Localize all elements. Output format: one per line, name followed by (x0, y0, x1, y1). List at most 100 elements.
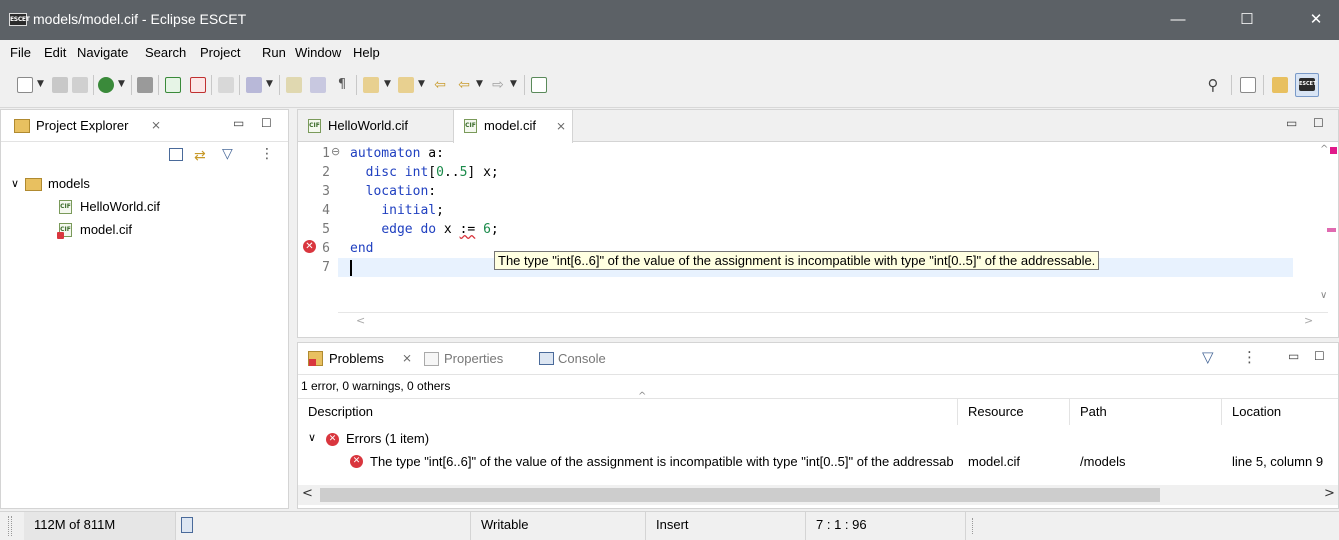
tree-item-helloworld[interactable]: CIF HelloWorld.cif (59, 197, 279, 217)
code-line-2: disc int[0..5] x; (365, 165, 499, 180)
chevron-down-icon[interactable]: ▼ (37, 79, 44, 89)
close-tab-icon[interactable]: ⨯ (402, 351, 412, 365)
code-editor[interactable]: ✕ 1 ⊖ automaton a: 2 disc int[0..5] x; 3… (298, 142, 1338, 320)
chevron-down-icon[interactable]: ▼ (510, 79, 517, 89)
run-icon[interactable] (98, 77, 114, 93)
fold-icon[interactable]: ⊖ (331, 145, 340, 158)
last-edit-icon[interactable]: ⇦ (432, 77, 448, 93)
link-icon[interactable] (218, 77, 234, 93)
close-tab-icon[interactable]: ⨯ (556, 110, 566, 142)
chevron-down-icon[interactable]: ▼ (266, 79, 273, 89)
insert-mode-status: Insert (646, 512, 806, 540)
editor-tab-helloworld[interactable]: CIF HelloWorld.cif (298, 110, 448, 142)
forward-icon[interactable]: ⇨ (490, 77, 506, 93)
link-with-editor-icon[interactable]: ⇄ (194, 148, 206, 164)
filter-icon[interactable]: ▽ (222, 146, 233, 162)
maximize-view-icon[interactable]: ☐ (1314, 349, 1325, 363)
menu-run[interactable]: Run (262, 45, 286, 60)
minimize-button[interactable]: — (1155, 0, 1201, 40)
properties-tab[interactable]: Properties (444, 351, 503, 366)
memory-indicator[interactable]: 112M of 811M (24, 512, 176, 540)
column-header-description[interactable]: Description (298, 399, 958, 425)
scroll-down-icon[interactable]: ∨ (1320, 290, 1327, 301)
save-icon[interactable] (52, 77, 68, 93)
error-marker-icon[interactable]: ✕ (303, 240, 316, 253)
editor-tab-label: HelloWorld.cif (328, 118, 408, 133)
view-menu-icon[interactable]: ⋮ (1242, 348, 1257, 366)
menu-edit[interactable]: Edit (44, 45, 66, 60)
remove-icon[interactable] (190, 77, 206, 93)
project-explorer-tab-header: Project Explorer ⨯ ▭ ☐ (1, 110, 288, 142)
scroll-left-icon[interactable]: < (302, 486, 313, 501)
tree-item-model[interactable]: CIF model.cif (57, 220, 279, 240)
pen-icon[interactable] (246, 77, 262, 93)
chevron-down-icon[interactable]: ▼ (476, 79, 483, 89)
menu-project[interactable]: Project (200, 45, 240, 60)
problem-path: /models (1080, 454, 1126, 469)
table-row[interactable]: ✕ The type "int[6..6]" of the value of t… (298, 451, 1338, 473)
chevron-down-icon[interactable]: ▼ (384, 79, 391, 89)
project-explorer-tab[interactable]: Project Explorer (36, 118, 128, 133)
open-type-icon[interactable] (286, 77, 302, 93)
escet-perspective-icon[interactable]: ESCET (1299, 78, 1317, 91)
error-overview-icon[interactable] (1330, 147, 1337, 154)
editor-tab-model[interactable]: CIF model.cif ⨯ (453, 110, 573, 143)
view-menu-icon[interactable]: ⋮ (260, 146, 274, 162)
close-tab-icon[interactable]: ⨯ (151, 118, 161, 132)
pilcrow-icon[interactable]: ¶ (334, 77, 350, 93)
error-group-label[interactable]: Errors (1 item) (346, 431, 429, 446)
collapse-all-icon[interactable] (169, 148, 183, 161)
problems-horizontal-scrollbar[interactable]: < > (298, 485, 1338, 505)
resource-perspective-icon[interactable] (1272, 77, 1288, 93)
editor-area: CIF HelloWorld.cif CIF model.cif ⨯ ▭ ☐ ✕… (297, 109, 1339, 338)
tree-item-models[interactable]: ∨ models (11, 174, 271, 194)
chevron-down-icon[interactable]: ▼ (418, 79, 425, 89)
menu-help[interactable]: Help (353, 45, 380, 60)
main-toolbar: ▼ ▼ ▼ ¶ ▼ ▼ ⇦ ⇦ ▼ ⇨ ▼ ⚲ ESCET (0, 64, 1339, 108)
maximize-editor-icon[interactable]: ☐ (1313, 116, 1324, 130)
cursor-position-status: 7 : 1 : 96 (806, 512, 966, 540)
close-button[interactable]: ✕ (1293, 0, 1339, 40)
open-perspective-icon[interactable] (1240, 77, 1256, 93)
back-icon[interactable]: ⇦ (456, 77, 472, 93)
scroll-left-icon[interactable]: < (356, 314, 365, 327)
project-explorer-icon (14, 119, 30, 133)
chevron-down-icon[interactable]: ∨ (308, 431, 316, 444)
menu-window[interactable]: Window (295, 45, 341, 60)
menu-navigate[interactable]: Navigate (77, 45, 128, 60)
menu-bar: File Edit Navigate Search Project Run Wi… (0, 40, 1339, 64)
chevron-down-icon[interactable]: ▼ (118, 79, 125, 89)
column-header-resource[interactable]: Resource (958, 399, 1070, 425)
minimize-view-icon[interactable]: ▭ (233, 116, 244, 130)
new-icon[interactable] (17, 77, 33, 93)
minimize-view-icon[interactable]: ▭ (1288, 349, 1299, 363)
debug-icon[interactable] (137, 77, 153, 93)
column-header-path[interactable]: Path (1070, 399, 1222, 425)
previous-annotation-icon[interactable] (398, 77, 414, 93)
scroll-right-icon[interactable]: > (1324, 486, 1335, 501)
maximize-button[interactable]: ☐ (1224, 0, 1270, 40)
minimize-editor-icon[interactable]: ▭ (1286, 116, 1297, 130)
error-annotation-marker[interactable] (1327, 228, 1336, 232)
add-icon[interactable] (165, 77, 181, 93)
scrollbar-thumb[interactable] (320, 488, 1160, 502)
next-annotation-icon[interactable] (363, 77, 379, 93)
drag-handle[interactable] (8, 516, 12, 536)
chevron-down-icon[interactable]: ∨ (11, 174, 19, 194)
menu-search[interactable]: Search (145, 45, 186, 60)
column-header-location[interactable]: Location (1222, 399, 1338, 425)
scroll-right-icon[interactable]: > (1304, 314, 1313, 327)
pin-editor-icon[interactable] (531, 77, 547, 93)
filter-icon[interactable]: ▽ (1202, 348, 1214, 366)
problems-tab[interactable]: Problems (329, 351, 384, 366)
trash-icon[interactable] (181, 517, 193, 533)
code-line-6: end (350, 241, 374, 256)
save-all-icon[interactable] (72, 77, 88, 93)
maximize-view-icon[interactable]: ☐ (261, 116, 272, 130)
console-tab[interactable]: Console (558, 351, 606, 366)
horizontal-scrollbar[interactable] (338, 312, 1328, 313)
menu-file[interactable]: File (10, 45, 31, 60)
outline-icon[interactable] (310, 77, 326, 93)
search-icon[interactable]: ⚲ (1205, 77, 1221, 93)
scroll-up-icon[interactable]: ^ (1320, 144, 1328, 155)
